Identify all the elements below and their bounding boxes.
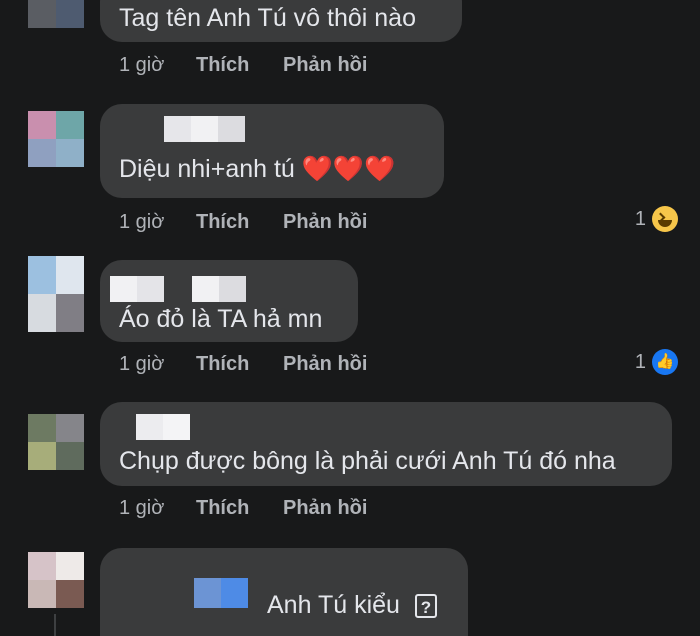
- comment-time[interactable]: 1 giờ: [119, 210, 196, 234]
- commenter-name-blurred[interactable]: [110, 276, 246, 302]
- like-button[interactable]: Thích: [196, 53, 283, 77]
- comment-time[interactable]: 1 giờ: [119, 53, 196, 77]
- reaction-count: 1: [634, 207, 646, 230]
- reaction-count: 1: [634, 350, 646, 373]
- comment-text: Chụp được bông là phải cưới Anh Tú đó nh…: [119, 447, 616, 475]
- like-icon: 👍: [652, 349, 678, 375]
- reply-button[interactable]: Phản hồi: [283, 53, 367, 77]
- avatar[interactable]: [28, 414, 84, 470]
- comment-text: Tag tên Anh Tú vô thôi nào: [119, 4, 416, 32]
- comment-actions: 1 giờ Thích Phản hồi: [119, 210, 367, 234]
- comment-bubble: Áo đỏ là TA hả mn: [100, 260, 358, 342]
- comment-bubble: Diệu nhi+anh tú ❤️❤️❤️: [100, 104, 444, 198]
- comment-text: Diệu nhi+anh tú ❤️❤️❤️: [119, 154, 395, 184]
- reply-button[interactable]: Phản hồi: [283, 210, 367, 234]
- comment-text: Anh Tú kiểu ?: [267, 590, 437, 620]
- comment-bubble: Anh Tú kiểu ?: [100, 548, 468, 636]
- avatar[interactable]: [28, 552, 84, 608]
- like-button[interactable]: Thích: [196, 352, 283, 376]
- comment-time[interactable]: 1 giờ: [119, 352, 196, 376]
- avatar[interactable]: [28, 256, 84, 332]
- reply-button[interactable]: Phản hồi: [283, 352, 367, 376]
- like-button[interactable]: Thích: [196, 496, 283, 520]
- reaction-summary[interactable]: 1 👍: [635, 349, 678, 375]
- comment-time[interactable]: 1 giờ: [119, 496, 196, 520]
- unknown-character-box: ?: [414, 594, 437, 619]
- comment-actions: 1 giờ Thích Phản hồi: [119, 496, 367, 520]
- commenter-name-blurred[interactable]: [194, 578, 248, 608]
- commenter-name-blurred[interactable]: [136, 414, 190, 440]
- reaction-summary[interactable]: 1: [635, 206, 678, 232]
- avatar[interactable]: [28, 111, 84, 167]
- comment-bubble: Tag tên Anh Tú vô thôi nào: [100, 0, 462, 42]
- comment-actions: 1 giờ Thích Phản hồi: [119, 352, 367, 376]
- comment-text-main: Anh Tú kiểu: [267, 591, 400, 619]
- haha-icon: [652, 206, 678, 232]
- comment-text: Áo đỏ là TA hả mn: [119, 305, 323, 333]
- reply-thread-line: [54, 614, 56, 636]
- avatar[interactable]: [28, 0, 84, 28]
- like-button[interactable]: Thích: [196, 210, 283, 234]
- commenter-name-blurred[interactable]: [164, 116, 245, 142]
- heart-emoji: ❤️❤️❤️: [301, 155, 396, 183]
- comment-text-main: Diệu nhi+anh tú: [119, 155, 295, 183]
- comment-bubble: Chụp được bông là phải cưới Anh Tú đó nh…: [100, 402, 672, 486]
- comment-actions: 1 giờ Thích Phản hồi: [119, 53, 367, 77]
- reply-button[interactable]: Phản hồi: [283, 496, 367, 520]
